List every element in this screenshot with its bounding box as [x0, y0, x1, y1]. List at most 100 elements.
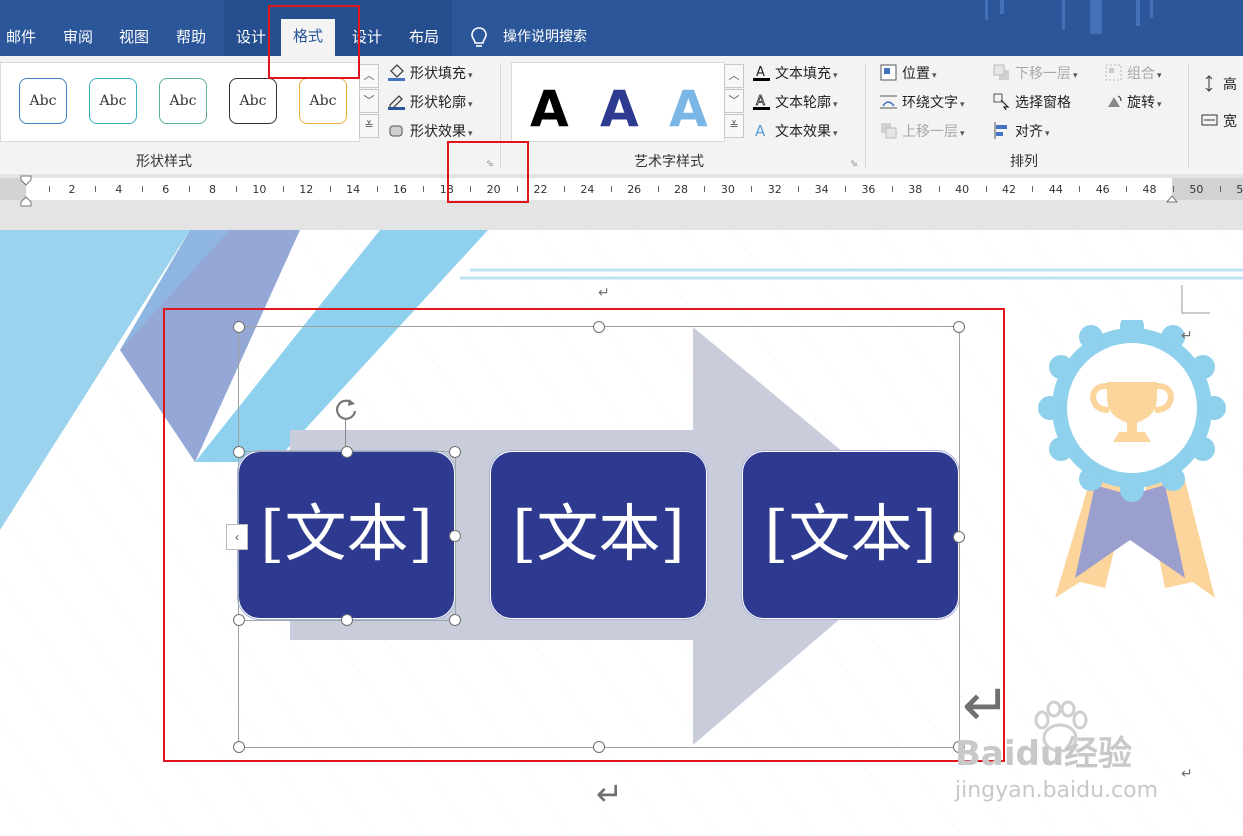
wordart-styles-dialog-launcher[interactable]: ⬂ — [850, 158, 860, 168]
rotate-button[interactable]: 旋转 ▾ — [1105, 92, 1162, 114]
ruler-number: 34 — [814, 183, 829, 196]
highlight-box-smartart — [163, 308, 1005, 762]
ruler-number: 14 — [346, 183, 361, 196]
lightbulb-icon[interactable] — [470, 27, 488, 49]
bring-forward-icon — [881, 123, 897, 139]
paint-bucket-icon — [388, 64, 405, 81]
text-outline-icon: A — [753, 94, 770, 110]
indent-marker-icon[interactable] — [18, 175, 34, 207]
ruler-tick — [1126, 186, 1128, 192]
height-icon — [1205, 75, 1213, 92]
bring-forward-button[interactable]: 上移一层 ▾ — [880, 121, 965, 143]
ruler-tick — [610, 186, 612, 192]
gallery-more-button[interactable]: ≚ — [359, 114, 379, 138]
ribbon-tab-bar: 邮件 审阅 视图 帮助 设计 格式 设计 布局 操作说明搜索 — [0, 0, 1243, 56]
text-fill-icon: A — [753, 65, 770, 81]
right-indent-marker-icon[interactable] — [1164, 190, 1180, 204]
ruler-tick — [1032, 186, 1034, 192]
shape-height-field[interactable]: 高 — [1201, 74, 1237, 96]
wordart-more-button[interactable]: ≚ — [724, 114, 744, 138]
ruler-number: 32 — [767, 183, 782, 196]
ruler-number: 30 — [720, 183, 735, 196]
ruler-tick — [95, 186, 97, 192]
ruler-number: 12 — [299, 183, 314, 196]
selection-pane-icon — [993, 93, 1010, 110]
shape-style-swatch[interactable]: Abc — [159, 78, 207, 124]
paragraph-mark: ↵ — [1181, 766, 1193, 782]
wordart-style-swatch[interactable]: A — [600, 83, 639, 135]
tab-layout[interactable]: 布局 — [409, 20, 439, 56]
wordart-styles-gallery[interactable]: A A A — [511, 62, 725, 142]
bring-forward-label: 上移一层 — [902, 124, 958, 140]
ruler-number: 40 — [955, 183, 970, 196]
shape-outline-label: 形状轮廓 — [410, 95, 466, 111]
wordart-style-swatch[interactable]: A — [530, 83, 569, 135]
ruler-number: 4 — [115, 183, 123, 196]
shape-effects-button[interactable]: 形状效果 ▾ — [388, 121, 473, 143]
align-label: 对齐 — [1015, 124, 1043, 140]
tab-help[interactable]: 帮助 — [176, 20, 206, 56]
group-icon — [1105, 64, 1122, 81]
ruler-number: 50 — [1189, 183, 1204, 196]
wordart-scroll-up-button[interactable]: ︿ — [724, 64, 744, 88]
ruler-number: 46 — [1095, 183, 1110, 196]
ruler-number: 10 — [252, 183, 267, 196]
document-page[interactable]: [文本] [文本] [文本] ‹ ↵ ↵ ↵ ↵ ↵ Baidu经验 jingy… — [0, 230, 1243, 836]
send-backward-label: 下移一层 — [1015, 66, 1071, 82]
highlight-box-dialog-launcher — [447, 141, 529, 203]
ruler-number: 6 — [162, 183, 170, 196]
selection-pane-button[interactable]: 选择窗格 — [993, 92, 1071, 114]
group-separator — [865, 64, 866, 168]
arrange-group-label: 排列 — [1010, 154, 1038, 170]
shape-effects-icon — [389, 125, 403, 137]
shape-style-swatch[interactable]: Abc — [19, 78, 67, 124]
shape-outline-button[interactable]: 形状轮廓 ▾ — [388, 92, 473, 114]
position-icon — [880, 64, 897, 81]
send-backward-button[interactable]: 下移一层 ▾ — [993, 63, 1078, 85]
ruler-tick — [798, 186, 800, 192]
gallery-scroll-up-button[interactable]: ︿ — [359, 64, 379, 88]
text-effects-icon: A — [755, 122, 766, 139]
shape-fill-button[interactable]: 形状填充 ▾ — [388, 63, 473, 85]
shape-style-swatch[interactable]: Abc — [229, 78, 277, 124]
ruler-tick — [235, 186, 237, 192]
shape-width-field[interactable]: 宽 — [1201, 111, 1237, 133]
tab-view[interactable]: 视图 — [119, 20, 149, 56]
align-button[interactable]: 对齐 ▾ — [993, 121, 1050, 143]
tell-me-search[interactable]: 操作说明搜索 — [503, 20, 587, 56]
position-button[interactable]: 位置 ▾ — [880, 63, 937, 85]
ruler-tick — [1172, 186, 1174, 192]
ribbon: Abc Abc Abc Abc Abc ︿ ﹀ ≚ 形状填充 ▾ 形状轮廓 ▾ 形状… — [0, 56, 1243, 174]
svg-text:A: A — [756, 65, 765, 80]
text-outline-button[interactable]: A 文本轮廓 ▾ — [753, 92, 838, 114]
text-fill-button[interactable]: A 文本填充 ▾ — [753, 63, 838, 85]
tab-review[interactable]: 审阅 — [63, 20, 93, 56]
ruler-tick — [1219, 186, 1221, 192]
shape-effects-label: 形状效果 — [410, 124, 466, 140]
group-separator — [1188, 64, 1189, 168]
shape-style-swatch[interactable]: Abc — [299, 78, 347, 124]
decor-bar — [1062, 0, 1065, 30]
tab-mailings[interactable]: 邮件 — [6, 20, 36, 56]
ruler-number: 26 — [627, 183, 642, 196]
ruler-number: 24 — [580, 183, 595, 196]
ruler-tick — [938, 186, 940, 192]
svg-text:A: A — [755, 122, 766, 139]
tab-design[interactable]: 设计 — [236, 20, 266, 56]
wordart-style-swatch[interactable]: A — [669, 83, 708, 135]
group-button[interactable]: 组合 ▾ — [1105, 63, 1162, 85]
ruler-number: 8 — [209, 183, 217, 196]
ruler-tick — [189, 186, 191, 192]
gallery-scroll-down-button[interactable]: ﹀ — [359, 89, 379, 113]
ruler-tick — [142, 186, 144, 192]
ruler-tick — [423, 186, 425, 192]
rotate-label: 旋转 — [1127, 95, 1155, 111]
paragraph-mark: ↵ — [598, 285, 610, 301]
ruler-tick — [1079, 186, 1081, 192]
shape-style-swatch[interactable]: Abc — [89, 78, 137, 124]
text-effects-button[interactable]: A 文本效果 ▾ — [753, 121, 838, 143]
wrap-text-button[interactable]: 环绕文字 ▾ — [880, 92, 965, 114]
ruler-number: 2 — [68, 183, 76, 196]
wordart-scroll-down-button[interactable]: ﹀ — [724, 89, 744, 113]
pen-icon — [388, 95, 405, 110]
